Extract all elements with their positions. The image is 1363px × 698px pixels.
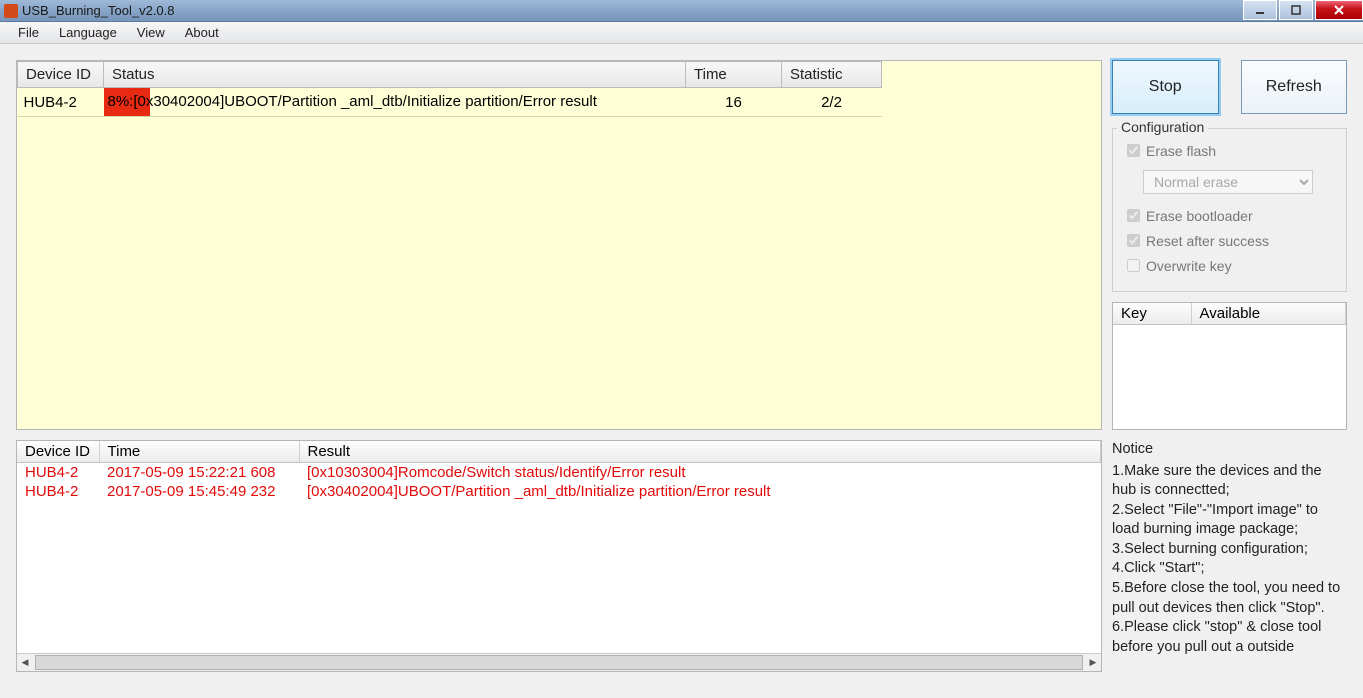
- log-row[interactable]: HUB4-2 2017-05-09 15:22:21 608 [0x103030…: [17, 463, 1101, 482]
- erase-bootloader-label: Erase bootloader: [1146, 208, 1253, 224]
- scroll-left-icon[interactable]: ◀: [17, 654, 33, 671]
- log-header-time[interactable]: Time: [99, 441, 299, 463]
- device-header-status[interactable]: Status: [104, 62, 686, 88]
- log-row[interactable]: HUB4-2 2017-05-09 15:45:49 232 [0x304020…: [17, 482, 1101, 501]
- maximize-icon: [1291, 5, 1301, 15]
- device-cell-id: HUB4-2: [18, 88, 104, 117]
- notice-line-6: 6.Please click "stop" & close tool befor…: [1112, 618, 1347, 657]
- scroll-right-icon[interactable]: ▶: [1085, 654, 1101, 671]
- window-title: USB_Burning_Tool_v2.0.8: [22, 3, 175, 18]
- close-button[interactable]: [1315, 0, 1363, 20]
- device-panel: Device ID Status Time Statistic HUB4-2 8…: [16, 60, 1102, 430]
- right-column: Stop Refresh Configuration Erase flash N…: [1112, 60, 1347, 682]
- menu-about[interactable]: About: [175, 22, 229, 44]
- device-header-time[interactable]: Time: [686, 62, 782, 88]
- device-cell-time: 16: [686, 88, 782, 117]
- notice-line-2: 2.Select "File"-"Import image" to load b…: [1112, 501, 1347, 540]
- reset-after-input[interactable]: [1127, 234, 1140, 247]
- menu-bar: File Language View About: [0, 22, 1363, 44]
- title-bar: USB_Burning_Tool_v2.0.8: [0, 0, 1363, 22]
- device-header-id[interactable]: Device ID: [18, 62, 104, 88]
- button-row: Stop Refresh: [1112, 60, 1347, 114]
- device-cell-stat: 2/2: [782, 88, 882, 117]
- reset-after-label: Reset after success: [1146, 233, 1269, 249]
- log-header-result[interactable]: Result: [299, 441, 1101, 463]
- log-cell-result: [0x10303004]Romcode/Switch status/Identi…: [299, 463, 1101, 482]
- device-cell-status: 8%:[0x30402004]UBOOT/Partition _aml_dtb/…: [104, 88, 686, 117]
- device-header-stat[interactable]: Statistic: [782, 62, 882, 88]
- configuration-group: Configuration Erase flash Normal erase E…: [1112, 128, 1347, 292]
- menu-language[interactable]: Language: [49, 22, 127, 44]
- key-panel: Key Available: [1112, 302, 1347, 430]
- notice-line-1: 1.Make sure the devices and the hub is c…: [1112, 462, 1347, 501]
- stop-button[interactable]: Stop: [1112, 60, 1219, 114]
- erase-flash-input[interactable]: [1127, 144, 1140, 157]
- key-header-available[interactable]: Available: [1191, 303, 1346, 325]
- app-icon: [4, 4, 18, 18]
- log-table: Device ID Time Result: [17, 441, 1101, 463]
- minimize-icon: [1255, 5, 1265, 15]
- erase-mode-select[interactable]: Normal erase: [1143, 170, 1313, 194]
- device-row[interactable]: HUB4-2 8%:[0x30402004]UBOOT/Partition _a…: [18, 88, 882, 117]
- menu-file[interactable]: File: [8, 22, 49, 44]
- log-cell-time: 2017-05-09 15:45:49 232: [99, 482, 299, 501]
- notice-box: Notice 1.Make sure the devices and the h…: [1112, 440, 1347, 657]
- configuration-legend: Configuration: [1117, 119, 1208, 135]
- log-cell-result: [0x30402004]UBOOT/Partition _aml_dtb/Ini…: [299, 482, 1101, 501]
- horizontal-scrollbar[interactable]: ◀ ▶: [17, 653, 1101, 671]
- notice-line-3: 3.Select burning configuration;: [1112, 540, 1347, 560]
- erase-bootloader-input[interactable]: [1127, 209, 1140, 222]
- device-table: Device ID Status Time Statistic HUB4-2 8…: [17, 61, 882, 117]
- overwrite-key-label: Overwrite key: [1146, 258, 1232, 274]
- key-table: Key Available: [1113, 303, 1346, 325]
- erase-bootloader-checkbox[interactable]: Erase bootloader: [1123, 206, 1336, 225]
- menu-view[interactable]: View: [127, 22, 175, 44]
- log-panel: Device ID Time Result HUB4-2 2017-05-09 …: [16, 440, 1102, 672]
- log-header-id[interactable]: Device ID: [17, 441, 99, 463]
- close-icon: [1333, 4, 1345, 16]
- content-area: Device ID Status Time Statistic HUB4-2 8…: [0, 44, 1363, 698]
- log-cell-id: HUB4-2: [17, 482, 99, 501]
- log-cell-time: 2017-05-09 15:22:21 608: [99, 463, 299, 482]
- notice-line-5: 5.Before close the tool, you need to pul…: [1112, 579, 1347, 618]
- maximize-button[interactable]: [1279, 0, 1313, 20]
- overwrite-key-input[interactable]: [1127, 259, 1140, 272]
- erase-flash-label: Erase flash: [1146, 143, 1216, 159]
- erase-flash-checkbox[interactable]: Erase flash: [1123, 141, 1336, 160]
- refresh-button[interactable]: Refresh: [1241, 60, 1348, 114]
- notice-title: Notice: [1112, 440, 1347, 460]
- notice-line-4: 4.Click "Start";: [1112, 559, 1347, 579]
- reset-after-checkbox[interactable]: Reset after success: [1123, 231, 1336, 250]
- left-column: Device ID Status Time Statistic HUB4-2 8…: [16, 60, 1102, 682]
- log-cell-id: HUB4-2: [17, 463, 99, 482]
- status-text: 8%:[0x30402004]UBOOT/Partition _aml_dtb/…: [104, 88, 686, 116]
- scroll-thumb[interactable]: [35, 655, 1083, 670]
- overwrite-key-checkbox[interactable]: Overwrite key: [1123, 256, 1336, 275]
- key-header-key[interactable]: Key: [1113, 303, 1191, 325]
- minimize-button[interactable]: [1243, 0, 1277, 20]
- window-buttons: [1241, 0, 1363, 20]
